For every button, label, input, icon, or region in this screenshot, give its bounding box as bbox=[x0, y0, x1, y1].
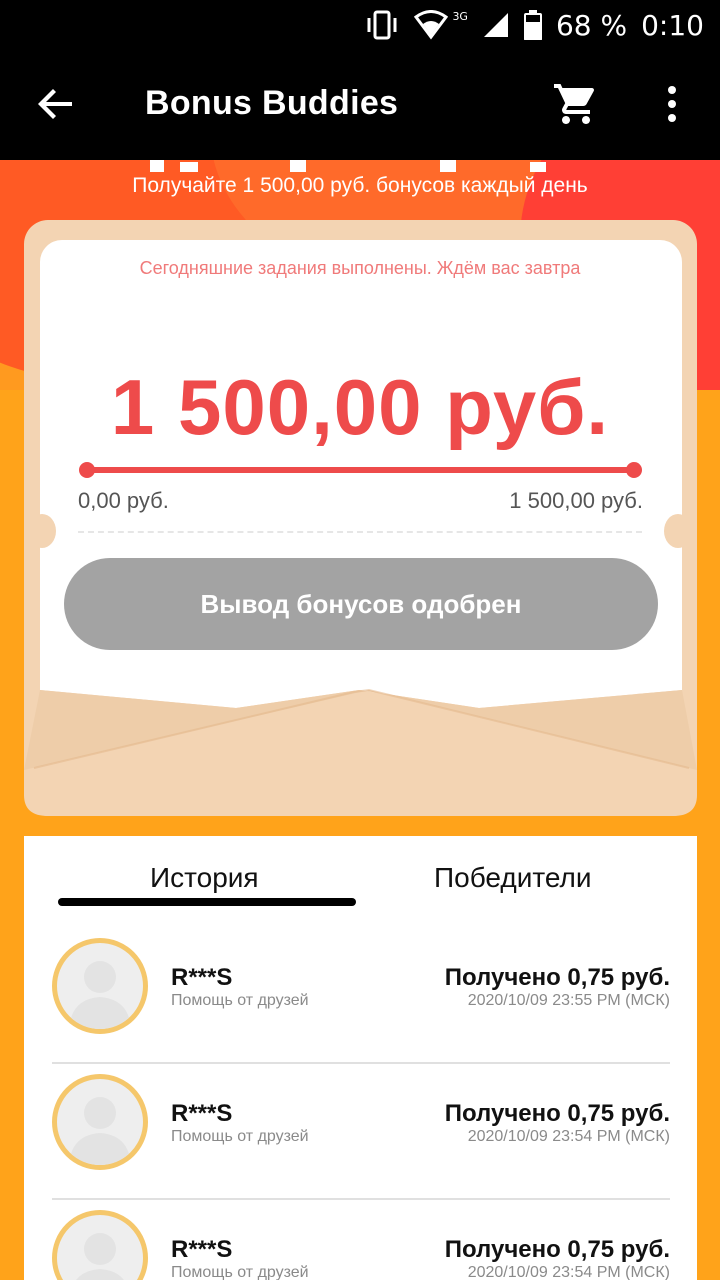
history-row: R***S Помощь от друзей Получено 0,75 руб… bbox=[52, 928, 670, 1064]
ticket-notch-right bbox=[664, 514, 692, 548]
received-datetime: 2020/10/09 23:55 PM (МСК) bbox=[467, 992, 670, 1009]
user-placeholder-icon bbox=[69, 1097, 131, 1165]
more-options-button[interactable] bbox=[652, 80, 692, 128]
withdraw-bonus-button[interactable]: Вывод бонусов одобрен bbox=[64, 558, 658, 650]
status-bar: 3G 68 % 0:10 bbox=[0, 0, 720, 50]
user-name: R***S bbox=[171, 1100, 233, 1127]
bonus-progress-bar bbox=[79, 462, 642, 478]
user-placeholder-icon bbox=[76, 1233, 124, 1280]
status-icons: 3G 68 % 0:10 bbox=[364, 0, 704, 50]
battery-icon bbox=[523, 10, 542, 40]
avatar bbox=[52, 938, 148, 1034]
bonus-source: Помощь от друзей bbox=[171, 992, 309, 1009]
history-row: R***S Помощь от друзей Получено 0,75 руб… bbox=[52, 1200, 670, 1280]
bonus-amount: 1 500,00 руб. bbox=[110, 363, 610, 451]
envelope-flap bbox=[24, 660, 697, 816]
clock: 0:10 bbox=[641, 8, 704, 42]
wifi-icon bbox=[414, 10, 449, 40]
received-datetime: 2020/10/09 23:54 PM (МСК) bbox=[467, 1128, 670, 1145]
progress-start-dot bbox=[79, 462, 95, 478]
vibrate-icon bbox=[364, 10, 400, 40]
page-title: Bonus Buddies bbox=[145, 84, 399, 122]
tasks-status-text: Сегодняшние задания выполнены. Ждём вас … bbox=[139, 258, 581, 278]
app-bar: Bonus Buddies bbox=[0, 50, 720, 160]
avatar bbox=[52, 1074, 148, 1170]
bonus-source: Помощь от друзей bbox=[171, 1264, 309, 1280]
back-button[interactable] bbox=[32, 80, 80, 128]
signal-icon bbox=[482, 11, 510, 39]
cart-icon bbox=[554, 84, 595, 124]
user-placeholder-icon bbox=[69, 961, 131, 1029]
hero-subtitle: Получайте 1 500,00 руб. бонусов каждый д… bbox=[132, 174, 588, 197]
dashed-divider bbox=[78, 531, 642, 533]
battery-percent: 68 % bbox=[555, 8, 628, 42]
received-amount: Получено 0,75 руб. bbox=[444, 964, 670, 991]
back-arrow-icon bbox=[38, 89, 72, 119]
ticket-notch-left bbox=[28, 514, 56, 548]
received-amount: Получено 0,75 руб. bbox=[444, 1100, 670, 1127]
active-tab-indicator bbox=[58, 898, 356, 906]
tab-history[interactable]: История bbox=[150, 862, 259, 894]
user-name: R***S bbox=[171, 1236, 233, 1263]
more-vert-icon bbox=[668, 86, 676, 122]
received-amount: Получено 0,75 руб. bbox=[444, 1236, 670, 1263]
history-panel: История Победители R***S Помощь от друзе… bbox=[24, 836, 697, 1280]
progress-max-label: 1 500,00 руб. bbox=[509, 488, 643, 513]
history-row: R***S Помощь от друзей Получено 0,75 руб… bbox=[52, 1064, 670, 1200]
user-name: R***S bbox=[171, 964, 233, 991]
bonus-source: Помощь от друзей bbox=[171, 1128, 309, 1145]
tab-winners[interactable]: Победители bbox=[434, 862, 592, 894]
network-type-label: 3G bbox=[452, 9, 468, 23]
progress-end-dot bbox=[626, 462, 642, 478]
avatar bbox=[52, 1210, 148, 1280]
progress-min-label: 0,00 руб. bbox=[78, 488, 169, 513]
cart-button[interactable] bbox=[552, 80, 600, 128]
received-datetime: 2020/10/09 23:54 PM (МСК) bbox=[467, 1264, 670, 1280]
